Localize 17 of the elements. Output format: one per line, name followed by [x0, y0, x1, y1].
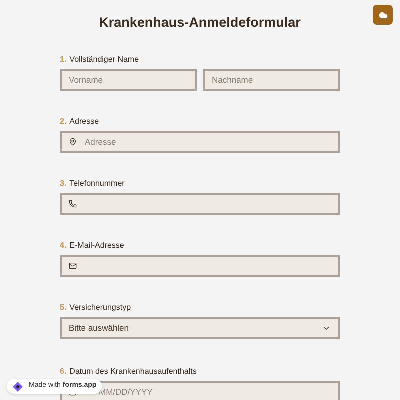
question-number: 4. [60, 240, 67, 252]
placeholder-text: MM/DD/YYYY [99, 386, 153, 398]
form-title: Krankenhaus-Anmeldeformular [99, 14, 301, 31]
placeholder-text: Vorname [69, 74, 104, 86]
question-label: Telefonnummer [70, 178, 125, 190]
placeholder-text: Nachname [212, 74, 254, 86]
question-label: Datum des Krankenhausaufenthalts [70, 366, 197, 378]
question-number: 1. [60, 54, 67, 66]
placeholder-text: Adresse [85, 136, 116, 148]
question-number: 5. [60, 302, 67, 314]
question-label: Vollständiger Name [70, 54, 140, 66]
question-number: 6. [60, 366, 67, 378]
question-label: E-Mail-Adresse [70, 240, 124, 252]
question-label: Adresse [70, 116, 100, 128]
question-label: Versicherungstyp [70, 302, 132, 314]
question-number: 2. [60, 116, 67, 128]
question-number: 3. [60, 178, 67, 190]
